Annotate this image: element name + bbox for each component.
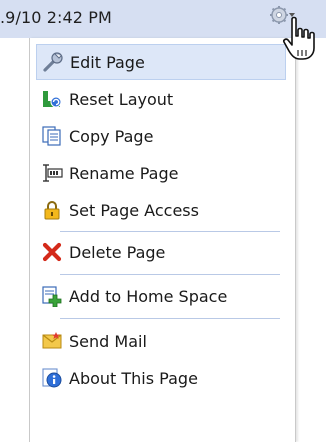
menu-item-rename-page[interactable]: Rename Page <box>36 155 286 191</box>
reset-layout-icon <box>41 88 63 110</box>
menu-item-add-to-home-space[interactable]: Add to Home Space <box>36 278 286 314</box>
hand-cursor-icon <box>281 16 321 64</box>
menu-item-delete-page[interactable]: Delete Page <box>36 234 286 270</box>
menu-item-about-this-page[interactable]: About This Page <box>36 360 286 396</box>
copy-page-icon <box>41 125 63 147</box>
menu-item-label: Delete Page <box>69 242 166 262</box>
menu-item-label: Send Mail <box>69 331 147 351</box>
menu-separator <box>60 318 280 319</box>
menu-separator <box>60 274 280 275</box>
menu-item-edit-page[interactable]: Edit Page <box>36 44 286 80</box>
header-bar: .9/10 2:42 PM <box>0 0 326 38</box>
menu-item-set-page-access[interactable]: Set Page Access <box>36 192 286 228</box>
mail-icon <box>41 330 63 352</box>
delete-x-icon <box>41 241 63 263</box>
menu-separator <box>60 231 280 232</box>
menu-item-copy-page[interactable]: Copy Page <box>36 118 286 154</box>
menu-item-label: Reset Layout <box>69 89 174 109</box>
menu-item-label: Rename Page <box>69 163 179 183</box>
menu-item-send-mail[interactable]: Send Mail <box>36 323 286 359</box>
wrench-edit-icon <box>42 51 64 73</box>
rename-page-icon <box>41 162 63 184</box>
menu-item-label: Set Page Access <box>69 200 199 220</box>
lock-icon <box>41 199 63 221</box>
menu-item-label: Copy Page <box>69 126 154 146</box>
page-actions-menu: Edit Page Reset Layout Copy Page Rename … <box>29 38 296 442</box>
menu-item-reset-layout[interactable]: Reset Layout <box>36 81 286 117</box>
menu-item-label: Add to Home Space <box>69 286 228 306</box>
menu-item-label: Edit Page <box>70 52 145 72</box>
add-to-home-icon <box>41 285 63 307</box>
timestamp: .9/10 2:42 PM <box>0 8 112 27</box>
menu-item-label: About This Page <box>69 368 198 388</box>
info-icon <box>41 367 63 389</box>
